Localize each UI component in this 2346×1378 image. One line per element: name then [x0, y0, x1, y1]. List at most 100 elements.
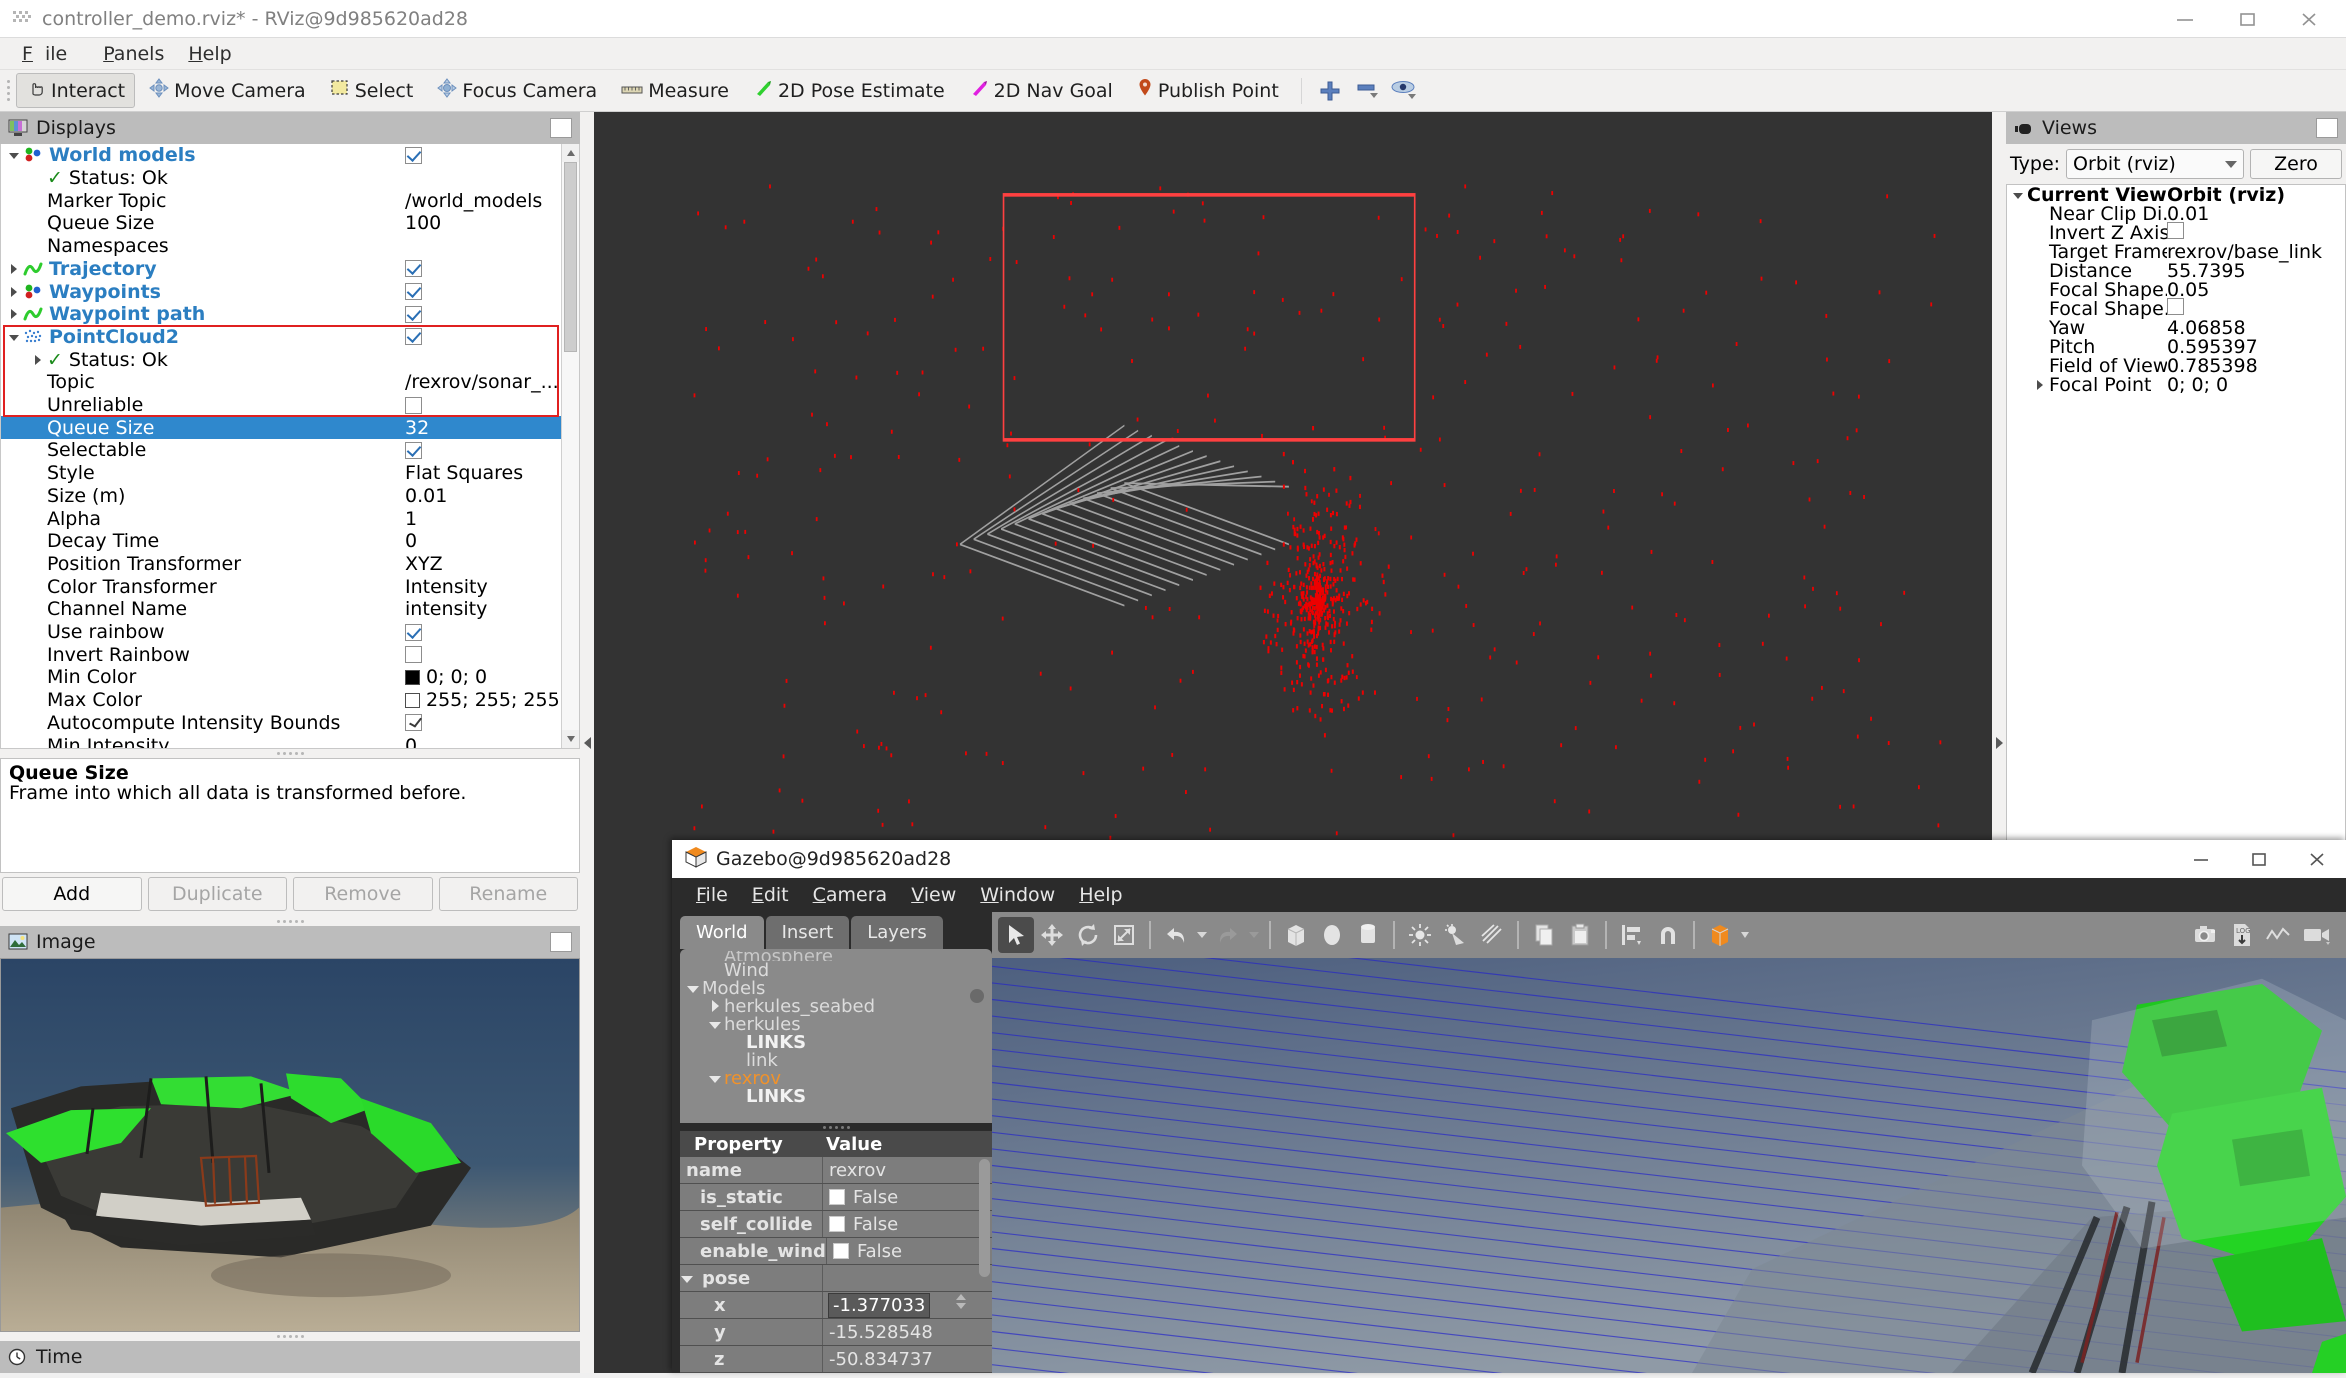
- redo-dropdown-icon[interactable]: [1246, 917, 1262, 953]
- property-value[interactable]: XYZ: [401, 553, 561, 575]
- property-checkbox[interactable]: [405, 328, 422, 346]
- gazebo-property-row[interactable]: self_collide False: [680, 1211, 992, 1238]
- display-property-row[interactable]: Waypoint path: [1, 303, 561, 326]
- tree-expander[interactable]: [31, 693, 45, 707]
- tree-expander[interactable]: [31, 239, 45, 253]
- gazebo-property-row[interactable]: x -1.377033: [680, 1292, 992, 1319]
- tree-expander[interactable]: [2033, 378, 2047, 392]
- view-property-row[interactable]: Focal Shape...: [2007, 297, 2345, 320]
- view-angle-icon[interactable]: [1702, 917, 1738, 953]
- view-property-row[interactable]: Focal Point 0; 0; 0: [2007, 374, 2345, 396]
- view-property-row[interactable]: Distance 55.7395: [2007, 260, 2345, 282]
- menu-file[interactable]: File: [10, 39, 91, 69]
- displays-scrollbar[interactable]: [561, 144, 579, 748]
- tree-expander[interactable]: [2033, 359, 2047, 373]
- property-value[interactable]: [401, 396, 561, 414]
- property-value[interactable]: intensity: [401, 598, 561, 620]
- property-checkbox[interactable]: [405, 283, 422, 301]
- display-property-row[interactable]: World models: [1, 144, 561, 167]
- property-value[interactable]: [401, 646, 561, 664]
- property-value[interactable]: 0: [401, 530, 561, 552]
- view-property-row[interactable]: Pitch 0.595397: [2007, 336, 2345, 358]
- property-value[interactable]: 100: [401, 212, 561, 234]
- gazebo-spinbox-input[interactable]: -1.377033: [827, 1292, 931, 1318]
- snap-icon[interactable]: [1650, 917, 1686, 953]
- display-property-row[interactable]: Unreliable: [1, 394, 561, 417]
- gazebo-property-expander[interactable]: [680, 1271, 696, 1285]
- tree-expander[interactable]: [7, 148, 21, 162]
- display-property-row[interactable]: Max Color 255; 255; 255: [1, 689, 561, 712]
- view-property-row[interactable]: Near Clip Di...0.01: [2007, 203, 2345, 225]
- gazebo-tree-item[interactable]: herkules_seabed: [686, 996, 992, 1017]
- gazebo-menu-camera[interactable]: Camera: [801, 881, 900, 909]
- tree-expander[interactable]: [31, 375, 45, 389]
- tool-2d-pose-estimate[interactable]: 2D Pose Estimate: [743, 73, 955, 108]
- select-arrow-icon[interactable]: [998, 917, 1034, 953]
- time-splitter[interactable]: [0, 1332, 580, 1341]
- tab-layers[interactable]: Layers: [851, 916, 943, 949]
- gazebo-property-row[interactable]: z -50.834737: [680, 1346, 992, 1373]
- scale-icon[interactable]: [1106, 917, 1142, 953]
- scroll-up-button[interactable]: [562, 144, 579, 162]
- gazebo-property-row[interactable]: y -15.528548: [680, 1319, 992, 1346]
- gazebo-tree-item[interactable]: LINKS: [686, 1032, 992, 1053]
- duplicate-button[interactable]: Duplicate: [147, 877, 287, 911]
- property-value[interactable]: 255; 255; 255: [401, 689, 561, 711]
- property-checkbox[interactable]: [405, 714, 422, 732]
- tree-expander[interactable]: [2033, 245, 2047, 259]
- property-value[interactable]: 0.01: [401, 485, 561, 507]
- gazebo-world-tree[interactable]: AtmosphereWindModelsherkules_seabedherku…: [680, 949, 992, 1123]
- display-property-row[interactable]: Style Flat Squares: [1, 462, 561, 485]
- property-checkbox[interactable]: [405, 305, 422, 323]
- align-icon[interactable]: [1614, 917, 1650, 953]
- spot-light-icon[interactable]: [1438, 917, 1474, 953]
- minimize-button[interactable]: [2154, 0, 2216, 38]
- tree-expander[interactable]: [31, 171, 45, 185]
- display-property-row[interactable]: Channel Name intensity: [1, 598, 561, 621]
- undo-dropdown-icon[interactable]: [1194, 917, 1210, 953]
- gazebo-3d-viewport[interactable]: [992, 958, 2346, 1373]
- gazebo-tree-item[interactable]: link: [686, 1050, 992, 1071]
- gazebo-property-value[interactable]: -15.528548: [822, 1319, 992, 1345]
- view-property-row[interactable]: Focal Shape...0.05: [2007, 279, 2345, 301]
- tree-expander[interactable]: [31, 602, 45, 616]
- gazebo-tree-expander[interactable]: [730, 1053, 746, 1067]
- video-record-icon[interactable]: [2296, 917, 2340, 953]
- property-checkbox[interactable]: [405, 623, 422, 641]
- redo-icon[interactable]: [1210, 917, 1246, 953]
- gazebo-tree-expander[interactable]: [730, 1089, 746, 1103]
- tree-expander[interactable]: [31, 534, 45, 548]
- menu-panels[interactable]: Panels: [91, 39, 176, 69]
- gazebo-menu-file[interactable]: File: [684, 881, 740, 909]
- tab-insert[interactable]: Insert: [765, 916, 850, 949]
- view-property-row[interactable]: Current View Orbit (rviz): [2007, 185, 2345, 206]
- tree-expander[interactable]: [31, 194, 45, 208]
- tree-expander[interactable]: [31, 216, 45, 230]
- gazebo-maximize-button[interactable]: [2230, 840, 2288, 878]
- gazebo-tree-item[interactable]: Wind: [686, 960, 992, 981]
- remove-button[interactable]: Remove: [293, 877, 433, 911]
- gazebo-tree-item[interactable]: Atmosphere: [686, 951, 992, 961]
- tree-expander[interactable]: [31, 353, 45, 367]
- gazebo-property-value[interactable]: rexrov: [822, 1157, 992, 1183]
- view-angle-dropdown-icon[interactable]: [1738, 917, 1752, 953]
- gazebo-spinbox-arrows[interactable]: [956, 1294, 966, 1309]
- toolbar-grip[interactable]: [4, 76, 14, 106]
- tree-expander[interactable]: [2033, 340, 2047, 354]
- tree-expander[interactable]: [2033, 283, 2047, 297]
- tree-expander[interactable]: [31, 466, 45, 480]
- tree-expander[interactable]: [31, 625, 45, 639]
- image-splitter[interactable]: [0, 917, 580, 926]
- directional-light-icon[interactable]: [1474, 917, 1510, 953]
- tool-interact[interactable]: Interact: [16, 73, 136, 108]
- property-value[interactable]: [401, 441, 561, 459]
- gazebo-menu-window[interactable]: Window: [968, 881, 1067, 909]
- property-value[interactable]: /world_models: [401, 190, 561, 212]
- gazebo-tree-expander[interactable]: [730, 1035, 746, 1049]
- display-property-row[interactable]: PointCloud2: [1, 326, 561, 349]
- rotate-icon[interactable]: [1070, 917, 1106, 953]
- plot-icon[interactable]: [2260, 917, 2296, 953]
- zero-button[interactable]: Zero: [2250, 149, 2342, 179]
- view-property-row[interactable]: Yaw 4.06858: [2007, 317, 2345, 339]
- property-value[interactable]: 1: [401, 508, 561, 530]
